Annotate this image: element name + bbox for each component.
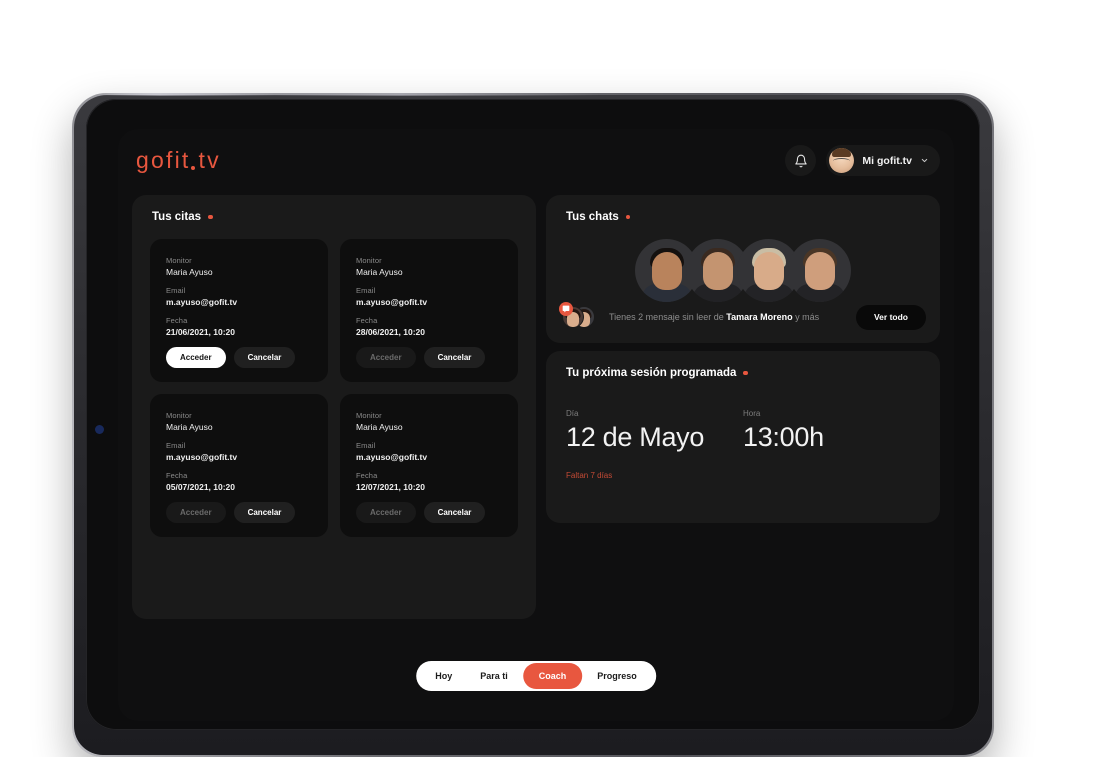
email-label: Email (166, 286, 186, 295)
cancelar-button[interactable]: Cancelar (233, 502, 296, 523)
app-header: gofit tv Mi gofit.tv (118, 129, 954, 195)
appointment-actions: Acceder Cancelar (166, 347, 312, 368)
monitor-value: Maria Ayuso (356, 422, 403, 432)
monitor-label: Monitor (356, 411, 382, 420)
tab-progreso[interactable]: Progreso (584, 664, 650, 688)
monitor-value: Maria Ayuso (356, 267, 403, 277)
logo-text-secondary: tv (198, 147, 221, 173)
appointment-actions: Acceder Cancelar (166, 502, 312, 523)
appointment-actions: Acceder Cancelar (356, 347, 502, 368)
appointments-list: Monitor Maria Ayuso Email m.ayuso@gofit.… (150, 239, 518, 537)
monitor-label: Monitor (166, 411, 192, 420)
chat-avatars-row (546, 239, 940, 302)
chat-avatar[interactable] (788, 239, 851, 302)
acceder-button: Acceder (356, 502, 416, 523)
fecha-value: 28/06/2021, 10:20 (356, 327, 426, 337)
email-label: Email (356, 441, 376, 450)
appointment-card[interactable]: Monitor Maria Ayuso Email m.ayuso@gofit.… (150, 394, 328, 537)
email-label: Email (356, 286, 376, 295)
bottom-tabbar: Hoy Para ti Coach Progreso (416, 661, 656, 691)
appointment-card[interactable]: Monitor Maria Ayuso Email m.ayuso@gofit.… (340, 394, 518, 537)
logo-text-primary: gofit (136, 147, 191, 173)
unread-suffix: y más (795, 312, 820, 322)
account-menu-button[interactable]: Mi gofit.tv (826, 145, 940, 176)
notifications-button[interactable] (785, 145, 817, 176)
monitor-label: Monitor (356, 256, 382, 265)
cancelar-button[interactable]: Cancelar (423, 347, 486, 368)
status-dot-icon (208, 214, 213, 220)
email-value: m.ayuso@gofit.tv (166, 452, 238, 462)
email-label: Email (166, 441, 186, 450)
fecha-label: Fecha (166, 316, 188, 325)
logo-dot-icon (191, 166, 196, 170)
bell-icon (795, 154, 807, 167)
email-value: m.ayuso@gofit.tv (166, 297, 238, 307)
acceder-button[interactable]: Acceder (166, 347, 226, 368)
fecha-value: 21/06/2021, 10:20 (166, 327, 236, 337)
session-time-value: 13:00h (743, 422, 824, 452)
unread-message-text: Tienes 2 mensaje sin leer de Tamara More… (609, 312, 847, 322)
appointment-actions: Acceder Cancelar (356, 502, 502, 523)
fecha-value: 12/07/2021, 10:20 (356, 482, 426, 492)
unread-badge (559, 302, 573, 316)
tab-coach[interactable]: Coach (522, 663, 583, 689)
view-all-chats-button[interactable]: Ver todo (855, 304, 926, 330)
account-label: Mi gofit.tv (862, 154, 912, 167)
acceder-button: Acceder (356, 347, 416, 368)
session-countdown: Faltan 7 días (566, 471, 613, 480)
appointment-card[interactable]: Monitor Maria Ayuso Email m.ayuso@gofit.… (340, 239, 518, 382)
cancelar-button[interactable]: Cancelar (233, 347, 296, 368)
email-value: m.ayuso@gofit.tv (356, 452, 428, 462)
monitor-value: Maria Ayuso (166, 267, 213, 277)
next-session-title-text: Tu próxima sesión programada (566, 367, 737, 379)
header-actions: Mi gofit.tv (785, 145, 940, 176)
chat-bubble-icon (562, 305, 570, 313)
monitor-label: Monitor (166, 256, 192, 265)
avatar (829, 148, 855, 173)
chat-mini-avatars (559, 302, 600, 329)
appointments-panel-title: Tus citas (152, 211, 213, 223)
next-session-panel: Tu próxima sesión programada Día 12 de M… (546, 351, 940, 523)
appointments-panel: Tus citas Monitor Maria Ayuso Email m.ay… (132, 195, 536, 619)
next-session-details: Día 12 de Mayo Hora 13:00h (566, 409, 920, 453)
email-value: m.ayuso@gofit.tv (356, 297, 428, 307)
brand-logo[interactable]: gofit tv (136, 147, 221, 174)
fecha-value: 05/07/2021, 10:20 (166, 482, 236, 492)
fecha-label: Fecha (356, 471, 378, 480)
session-time-column: Hora 13:00h (743, 409, 920, 453)
screenshot-canvas: gofit tv Mi gofit.tv Tus citas Monitor M… (0, 0, 1093, 757)
session-day-column: Día 12 de Mayo (566, 409, 743, 453)
tab-hoy[interactable]: Hoy (422, 664, 465, 688)
session-time-label: Hora (743, 409, 761, 418)
fecha-label: Fecha (356, 316, 378, 325)
next-session-panel-title: Tu próxima sesión programada (566, 367, 748, 379)
device-edge-artifact (95, 425, 104, 434)
unread-prefix: Tienes 2 mensaje sin leer de (609, 312, 724, 322)
cancelar-button[interactable]: Cancelar (423, 502, 486, 523)
chats-panel-title: Tus chats (566, 211, 631, 223)
chat-summary-row: Tienes 2 mensaje sin leer de Tamara More… (559, 302, 926, 331)
frame-highlight (100, 93, 600, 96)
chats-panel: Tus chats Tienes 2 mensaje sin leer de T… (546, 195, 940, 343)
tab-para-ti[interactable]: Para ti (467, 664, 521, 688)
status-dot-icon (625, 214, 631, 220)
acceder-button: Acceder (166, 502, 226, 523)
fecha-label: Fecha (166, 471, 188, 480)
session-day-value: 12 de Mayo (566, 422, 705, 452)
status-dot-icon (743, 370, 748, 376)
chats-title-text: Tus chats (566, 211, 619, 223)
monitor-value: Maria Ayuso (166, 422, 213, 432)
appointments-title-text: Tus citas (152, 211, 201, 223)
chevron-down-icon (921, 158, 928, 163)
appointment-card[interactable]: Monitor Maria Ayuso Email m.ayuso@gofit.… (150, 239, 328, 382)
unread-sender-name: Tamara Moreno (726, 312, 793, 322)
app-screen: gofit tv Mi gofit.tv Tus citas Monitor M… (118, 129, 954, 721)
session-day-label: Día (566, 409, 579, 418)
